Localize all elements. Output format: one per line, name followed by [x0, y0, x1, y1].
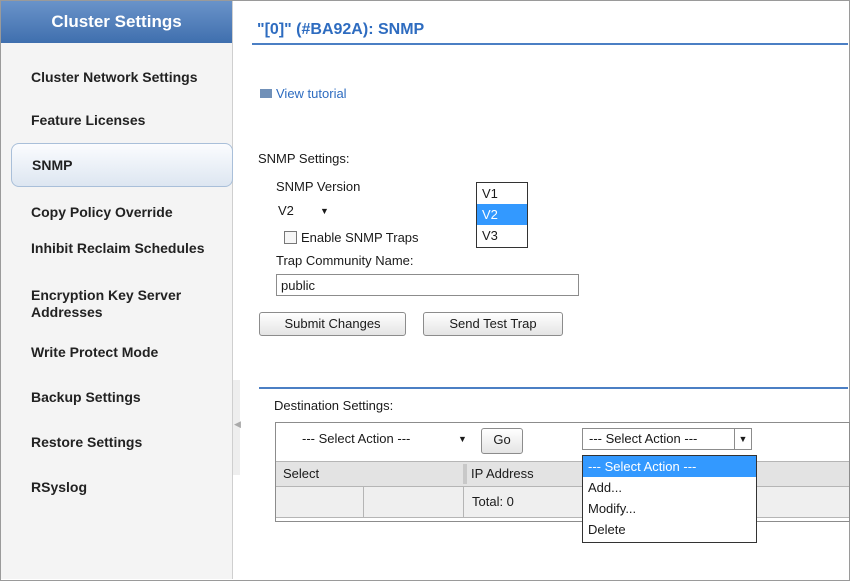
column-divider [363, 487, 364, 517]
action-option-select[interactable]: --- Select Action --- [583, 456, 756, 477]
submit-changes-button[interactable]: Submit Changes [259, 312, 406, 336]
column-header-ip-address[interactable]: IP Address [471, 466, 534, 481]
sidebar-header: Cluster Settings [1, 1, 232, 43]
column-divider [463, 487, 464, 517]
sidebar-item-write-protect-mode[interactable]: Write Protect Mode [1, 344, 232, 361]
action-option-add[interactable]: Add... [583, 477, 756, 498]
column-header-select[interactable]: Select [283, 466, 319, 481]
grid-total: Total: 0 [472, 494, 514, 509]
enable-snmp-traps-checkbox[interactable] [284, 231, 297, 244]
sidebar-item-restore-settings[interactable]: Restore Settings [1, 434, 232, 451]
action-option-delete[interactable]: Delete [583, 519, 756, 540]
grid-header: Select IP Address [276, 461, 849, 487]
action-option-modify[interactable]: Modify... [583, 498, 756, 519]
sidebar-item-cluster-network-settings[interactable]: Cluster Network Settings [1, 69, 232, 86]
snmp-version-select[interactable]: V2 ▼ [278, 201, 330, 221]
select-action-dropdown-1[interactable]: --- Select Action --- ▼ [296, 429, 472, 451]
snmp-version-dropdown-list: V1 V2 V3 [476, 182, 528, 248]
trap-community-input[interactable]: public [276, 274, 579, 296]
version-option-v1[interactable]: V1 [477, 183, 527, 204]
select-action-dropdown-list: --- Select Action --- Add... Modify... D… [582, 455, 757, 543]
version-option-v3[interactable]: V3 [477, 225, 527, 246]
sidebar-item-snmp-label: SNMP [32, 156, 73, 173]
destination-divider [259, 387, 848, 389]
chevron-down-icon: ▼ [320, 206, 329, 216]
select-action-dropdown-2[interactable]: --- Select Action --- ▼ [582, 428, 752, 450]
destination-settings-label: Destination Settings: [274, 398, 394, 413]
destination-toolbar: --- Select Action --- ▼ Go --- Select Ac… [276, 423, 849, 461]
title-bar: "[0]" (#BA92A): SNMP [252, 19, 848, 45]
view-tutorial-link[interactable]: View tutorial [260, 86, 347, 101]
sidebar-item-feature-licenses[interactable]: Feature Licenses [1, 112, 232, 129]
snmp-settings-label: SNMP Settings: [258, 151, 350, 166]
page-title: "[0]" (#BA92A): SNMP [257, 21, 425, 38]
select-action-1-value: --- Select Action --- [302, 431, 411, 446]
sidebar-item-rsyslog[interactable]: RSyslog [1, 479, 232, 496]
sidebar-item-encryption-key-server-addresses[interactable]: Encryption Key Server Addresses [1, 287, 221, 321]
sidebar: Cluster Settings Cluster Network Setting… [1, 1, 233, 579]
chevron-down-icon: ▼ [458, 434, 467, 444]
select-action-2-value: --- Select Action --- [589, 431, 698, 446]
view-tutorial-label: View tutorial [276, 86, 347, 101]
enable-snmp-traps-label: Enable SNMP Traps [301, 230, 419, 245]
go-button[interactable]: Go [481, 428, 523, 454]
sidebar-item-inhibit-reclaim-schedules[interactable]: Inhibit Reclaim Schedules [1, 240, 221, 257]
send-test-trap-button[interactable]: Send Test Trap [423, 312, 563, 336]
destination-table: --- Select Action --- ▼ Go --- Select Ac… [275, 422, 850, 522]
snmp-version-label: SNMP Version [276, 179, 361, 194]
sidebar-item-snmp[interactable]: SNMP [11, 143, 233, 187]
snmp-version-value: V2 [278, 203, 294, 218]
grid-footer: Total: 0 [276, 487, 849, 518]
version-option-v2[interactable]: V2 [477, 204, 527, 225]
sidebar-item-backup-settings[interactable]: Backup Settings [1, 389, 232, 406]
main-panel: "[0]" (#BA92A): SNMP View tutorial SNMP … [240, 1, 850, 579]
video-icon [260, 89, 272, 99]
trap-community-label: Trap Community Name: [276, 253, 414, 268]
sidebar-item-copy-policy-override[interactable]: Copy Policy Override [1, 204, 232, 221]
chevron-down-icon: ▼ [734, 429, 751, 449]
column-resize-handle[interactable] [463, 464, 467, 484]
